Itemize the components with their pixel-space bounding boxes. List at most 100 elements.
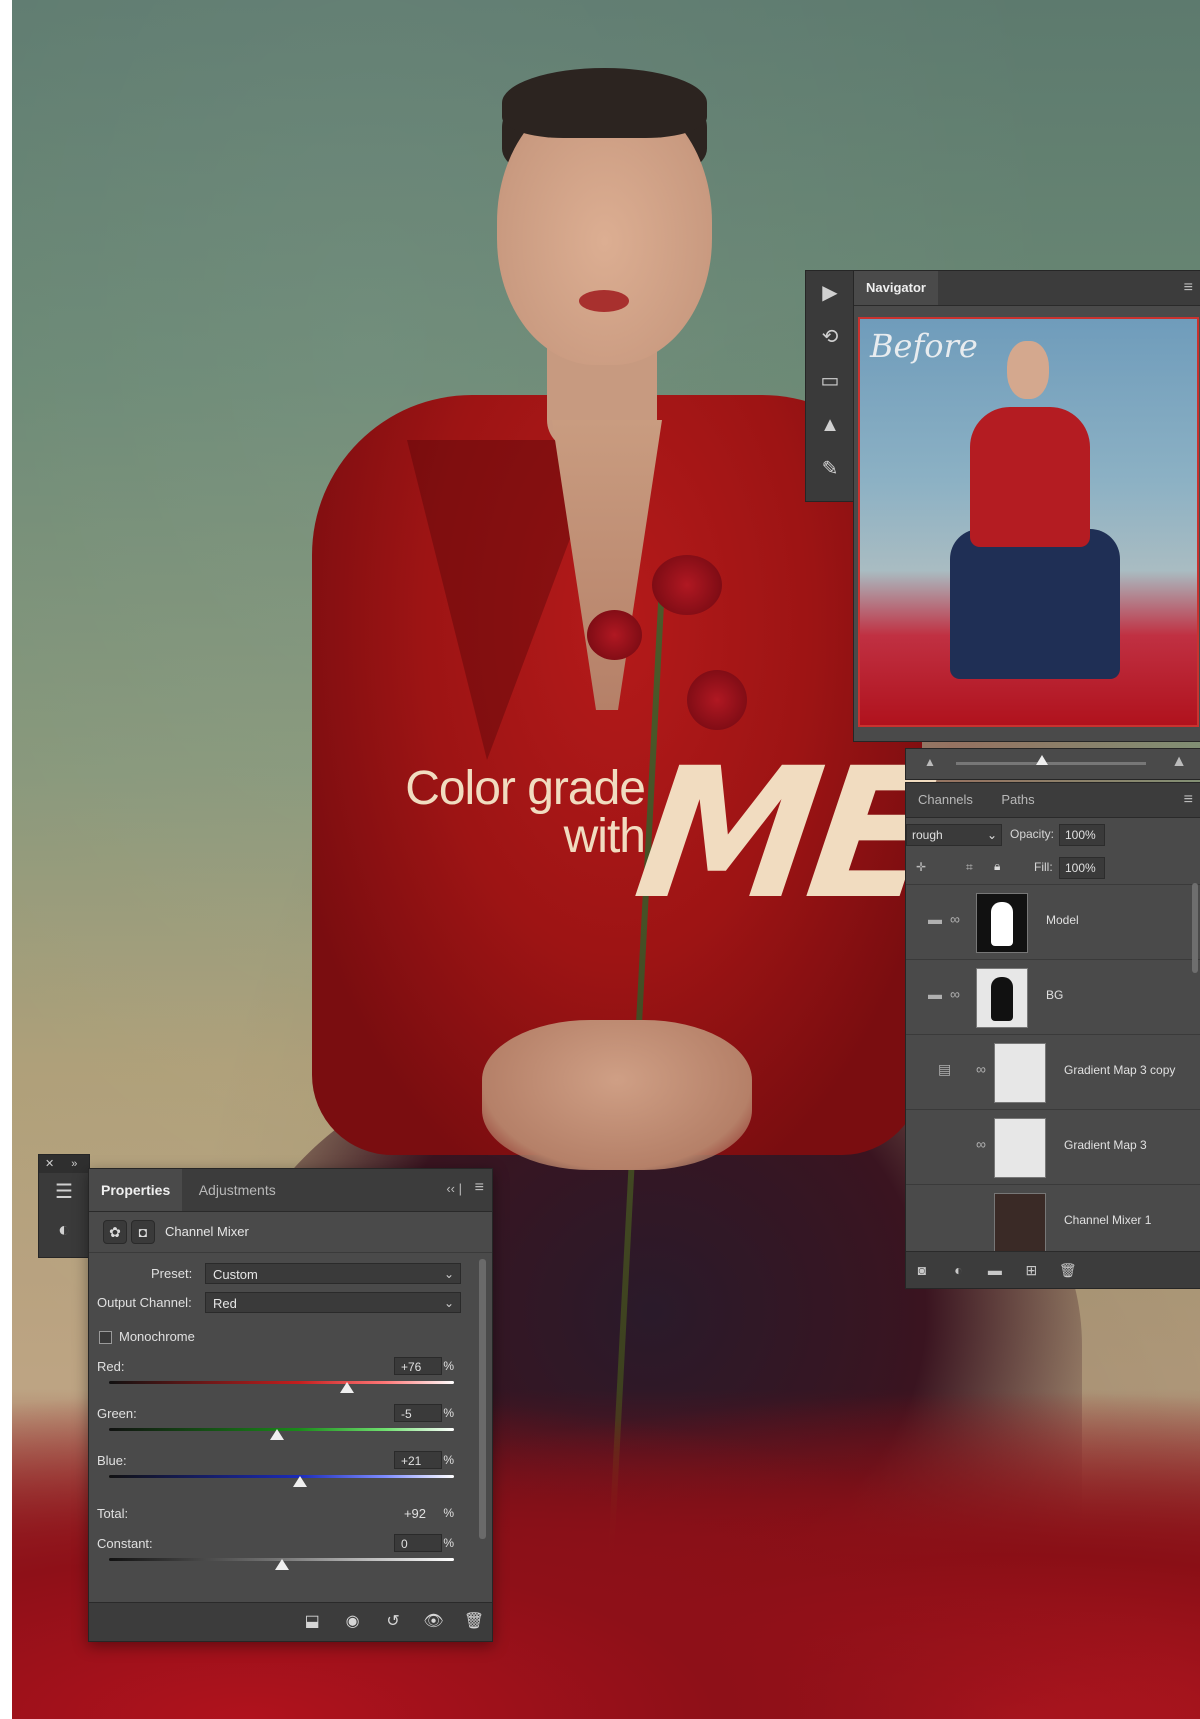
- clip-to-layer-icon[interactable]: ⬓: [294, 1603, 330, 1641]
- preset-dropdown[interactable]: Custom ⌄: [205, 1263, 461, 1284]
- total-unit: %: [443, 1506, 454, 1520]
- histogram-icon[interactable]: ▲: [806, 403, 854, 447]
- link-icon: ∞: [950, 986, 960, 1002]
- delete-icon[interactable]: 🗑︎: [456, 1603, 492, 1641]
- zoom-slider-track[interactable]: [956, 762, 1146, 765]
- rose-flower: [687, 670, 747, 730]
- layer-row[interactable]: ▬ ∞ BG: [906, 959, 1200, 1034]
- tab-adjustments[interactable]: Adjustments: [187, 1169, 288, 1211]
- tab-properties[interactable]: Properties: [89, 1169, 183, 1211]
- new-adjustment-icon[interactable]: ◐: [942, 1252, 974, 1288]
- tab-navigator[interactable]: Navigator: [854, 271, 938, 305]
- panel-menu-icon[interactable]: ≡: [475, 1179, 484, 1197]
- layer-thumbnail: [994, 1193, 1046, 1253]
- new-layer-icon[interactable]: ⊞: [1015, 1252, 1047, 1288]
- chevron-down-icon: ⌄: [443, 1267, 454, 1281]
- fill-field[interactable]: 100%: [1059, 857, 1105, 879]
- close-icon[interactable]: ✕: [45, 1158, 54, 1170]
- green-slider-thumb[interactable]: [270, 1429, 285, 1440]
- red-label: Red:: [97, 1359, 125, 1374]
- red-value-field[interactable]: +76: [394, 1357, 442, 1375]
- layer-name: Channel Mixer 1: [1064, 1213, 1152, 1227]
- properties-icon[interactable]: ☰: [39, 1173, 89, 1211]
- layers-menu-icon[interactable]: ≡: [1184, 791, 1193, 809]
- navigator-tabbar: Navigator ≡: [854, 271, 1200, 306]
- reset-icon[interactable]: ↺: [375, 1603, 411, 1641]
- tab-paths[interactable]: Paths: [989, 783, 1046, 817]
- preset-label: Preset:: [151, 1266, 193, 1281]
- layer-row[interactable]: ∞ Gradient Map 3: [906, 1109, 1200, 1184]
- adjustments-icon[interactable]: ◐: [39, 1211, 89, 1249]
- blue-slider-track[interactable]: [109, 1475, 454, 1478]
- green-value-field[interactable]: -5: [394, 1404, 442, 1422]
- layer-name: Gradient Map 3: [1064, 1138, 1147, 1152]
- layer-mask-thumbnail: [994, 1043, 1046, 1103]
- lock-artboard-icon[interactable]: ⌗: [966, 860, 973, 875]
- output-channel-dropdown[interactable]: Red ⌄: [205, 1292, 461, 1313]
- play-icon[interactable]: ▶: [806, 271, 854, 315]
- gradient-map-icon: ▤: [938, 1061, 952, 1077]
- constant-value-field[interactable]: 0: [394, 1534, 442, 1552]
- output-channel-value: Red: [213, 1296, 237, 1311]
- collapse-icon[interactable]: ‹‹ |: [446, 1181, 462, 1196]
- properties-scrollbar[interactable]: [479, 1259, 486, 1539]
- blue-slider-thumb[interactable]: [292, 1476, 307, 1487]
- brush-settings-icon[interactable]: ✎: [806, 447, 854, 491]
- blend-mode-dropdown[interactable]: rough ⌄: [906, 824, 1002, 846]
- opacity-field[interactable]: 100%: [1059, 824, 1105, 846]
- new-group-icon[interactable]: ▬: [979, 1252, 1011, 1288]
- zoom-in-icon[interactable]: ▲: [1171, 753, 1187, 771]
- navigator-preview[interactable]: Before: [858, 317, 1199, 727]
- panel-menu-icon[interactable]: ≡: [1184, 279, 1193, 297]
- rose-flower: [652, 555, 722, 615]
- navigator-panel: Navigator ≡ Before: [853, 270, 1200, 742]
- layer-row[interactable]: ▤ ∞ Gradient Map 3 copy: [906, 1034, 1200, 1109]
- blue-value-field[interactable]: +21: [394, 1451, 442, 1469]
- properties-side-strip: ✕ » ☰ ◐: [38, 1154, 90, 1258]
- output-channel-row: Output Channel: Red ⌄: [89, 1290, 492, 1319]
- layer-name: BG: [1046, 988, 1064, 1002]
- red-slider-block: Red: +76 %: [89, 1355, 492, 1402]
- monochrome-label: Monochrome: [119, 1329, 195, 1344]
- blue-label: Blue:: [97, 1453, 127, 1468]
- layer-row[interactable]: Channel Mixer 1: [906, 1184, 1200, 1259]
- poster-title: Color grade with: [345, 762, 646, 863]
- lock-pixels-icon[interactable]: ✛: [916, 860, 926, 874]
- layers-lock-row: ✛ ⌗ 🔒︎ Fill: 100%: [906, 852, 1200, 884]
- layer-mask-thumbnail: [976, 893, 1028, 953]
- layers-footer: ◙ ◐ ▬ ⊞ 🗑︎: [906, 1251, 1200, 1288]
- constant-slider-block: Constant: 0 %: [89, 1532, 492, 1579]
- lock-all-icon[interactable]: 🔒︎: [994, 859, 1000, 874]
- layer-row[interactable]: ▬ ∞ Model: [906, 884, 1200, 959]
- comment-icon[interactable]: ▭: [806, 359, 854, 403]
- properties-tabbar: Properties Adjustments ‹‹ | ≡: [89, 1169, 492, 1212]
- folder-icon: ▬: [928, 911, 942, 927]
- tab-channels[interactable]: Channels: [906, 783, 985, 817]
- layers-scrollbar[interactable]: [1192, 883, 1198, 973]
- zoom-out-icon[interactable]: ▲: [924, 755, 936, 769]
- panel-toolstrip: ▶ ⟲ ▭ ▲ ✎: [805, 270, 855, 502]
- navigator-zoom-bar: ▲ ▲: [905, 748, 1200, 780]
- title-line-2: with: [563, 810, 646, 863]
- adjustment-header: ✿ ◘ Channel Mixer: [89, 1212, 492, 1253]
- opacity-label: Opacity:: [1010, 827, 1055, 841]
- expand-icon[interactable]: »: [71, 1158, 77, 1170]
- red-slider-thumb[interactable]: [340, 1382, 355, 1393]
- zoom-slider-thumb[interactable]: [1036, 755, 1048, 765]
- history-icon[interactable]: ⟲: [806, 315, 854, 359]
- properties-panel: Properties Adjustments ‹‹ | ≡ ✿ ◘ Channe…: [88, 1168, 493, 1642]
- title-line-1: Color grade: [405, 762, 646, 815]
- chevron-down-icon: ⌄: [986, 828, 997, 842]
- green-label: Green:: [97, 1406, 137, 1421]
- constant-slider-thumb[interactable]: [274, 1559, 289, 1570]
- delete-layer-icon[interactable]: 🗑︎: [1052, 1252, 1084, 1288]
- red-slider-track[interactable]: [109, 1381, 454, 1384]
- preset-value: Custom: [213, 1267, 258, 1282]
- green-unit: %: [443, 1406, 454, 1420]
- monochrome-checkbox[interactable]: [99, 1331, 112, 1344]
- add-mask-icon[interactable]: ◙: [906, 1252, 938, 1288]
- visibility-eye-icon[interactable]: 👁︎: [416, 1603, 452, 1641]
- view-previous-icon[interactable]: ◉: [335, 1603, 371, 1641]
- layer-mask-icon[interactable]: ◘: [131, 1220, 155, 1244]
- layers-panel: Channels Paths ≡ rough ⌄ Opacity: 100% ✛…: [905, 782, 1200, 1289]
